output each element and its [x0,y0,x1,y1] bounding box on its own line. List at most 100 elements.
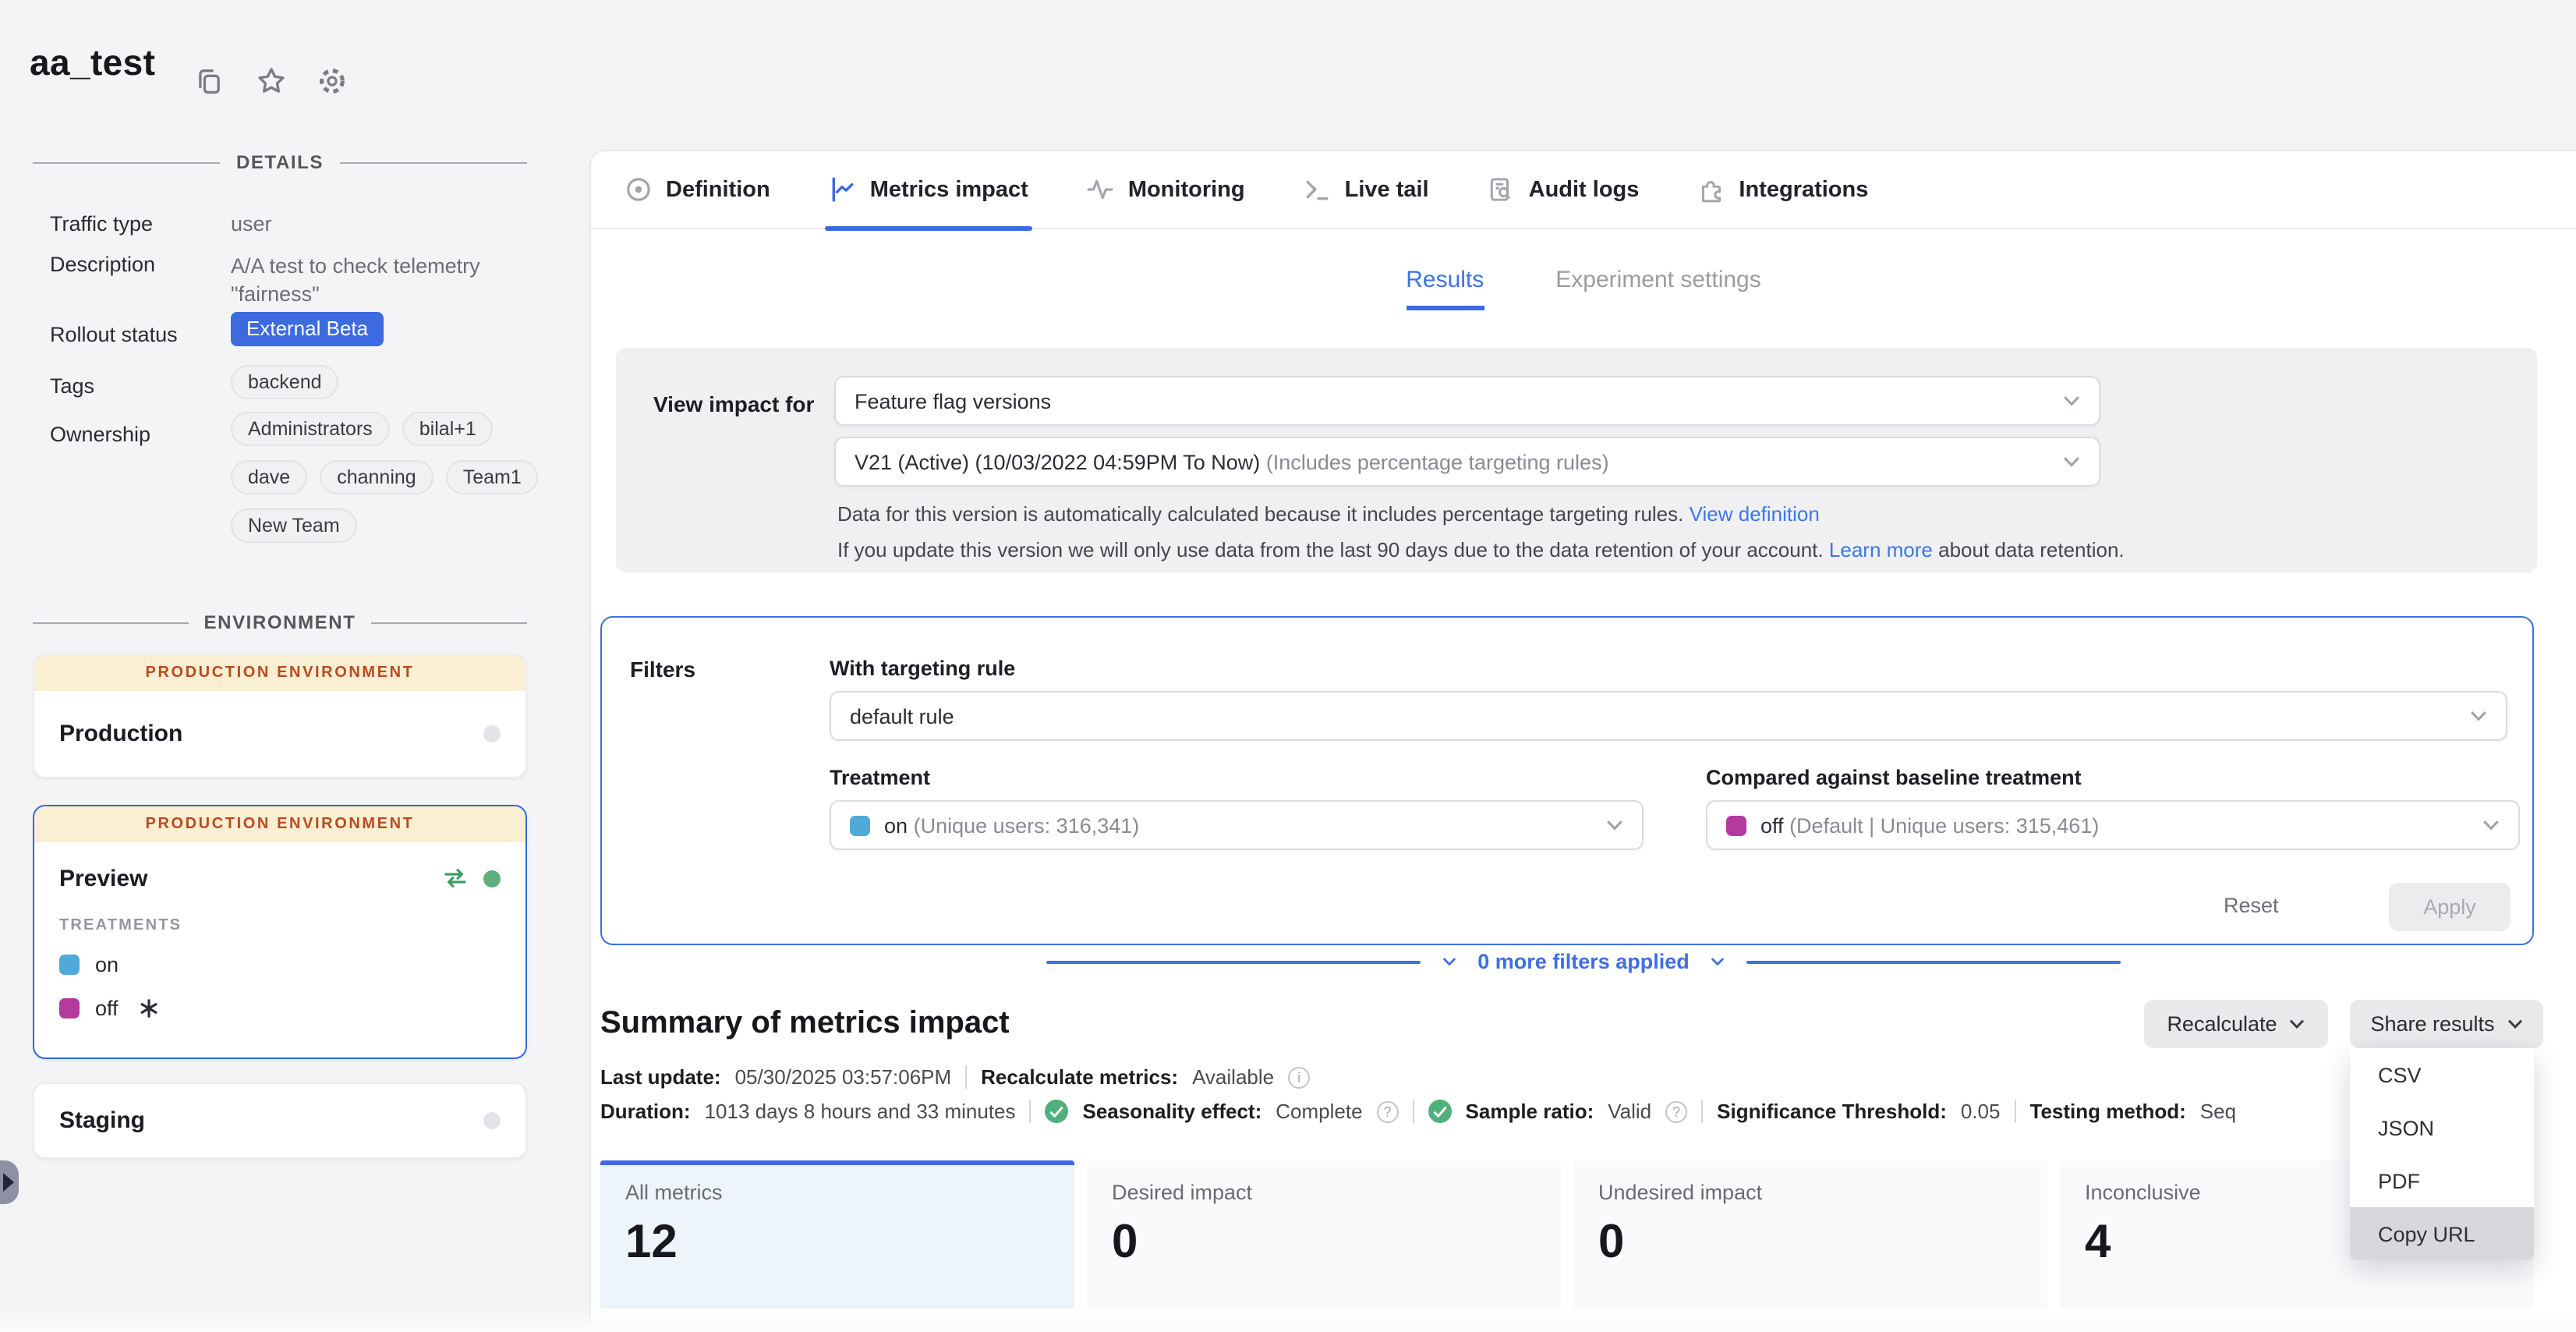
baseline-dropdown[interactable]: off (Default | Unique users: 315,461) [1706,800,2520,850]
apply-button[interactable]: Apply [2389,883,2511,931]
chevron-down-icon [2482,819,2500,831]
menu-item-csv[interactable]: CSV [2350,1048,2534,1101]
chart-line-icon [830,176,856,203]
tab-definition[interactable]: Definition [625,151,770,228]
impact-source-dropdown[interactable]: Feature flag versions [834,376,2100,426]
testing-method-label: Testing method: [2030,1100,2186,1123]
significance-value: 0.05 [1961,1100,2001,1123]
reset-button[interactable]: Reset [2224,894,2279,917]
environment-section-title: ENVIRONMENT [204,611,356,633]
document-search-icon [1488,176,1515,203]
divider [1030,1100,1031,1123]
summary-title: Summary of metrics impact [600,1006,1010,1042]
description-value: A/A test to check telemetry "fairness" [231,253,515,309]
treatment-row-off: off [34,976,525,1020]
metric-card-desired-impact[interactable]: Desired impact 0 [1087,1160,1561,1309]
divider [2015,1100,2016,1123]
menu-item-pdf[interactable]: PDF [2350,1154,2534,1207]
seasonality-value: Complete [1276,1100,1362,1123]
view-impact-label: View impact for [653,391,814,416]
last-update-label: Last update: [600,1065,721,1089]
treatment-row-on: on [34,934,525,976]
recalculate-button[interactable]: Recalculate [2144,1000,2328,1048]
env-name-staging: Staging [59,1107,145,1134]
sidebar: DETAILS Traffic type user Description A/… [0,0,589,1332]
sample-ratio-value: Valid [1608,1100,1651,1123]
more-filters-toggle[interactable]: 0 more filters applied [1477,950,1690,973]
description-label: Description [50,253,155,276]
puzzle-icon [1698,176,1725,203]
targeting-rule-dropdown[interactable]: default rule [830,691,2507,741]
ownership-list: Administrators bilal+1 dave channing Tea… [231,412,543,543]
tab-integrations[interactable]: Integrations [1698,151,1868,228]
divider [1413,1100,1414,1123]
chevron-down-icon [1442,956,1456,967]
chevron-down-icon [2507,1018,2523,1029]
rollout-status-label: Rollout status [50,323,178,346]
owner-pill: dave [231,460,307,494]
question-circle-icon[interactable]: ? [1377,1100,1399,1122]
tab-monitoring[interactable]: Monitoring [1088,151,1245,228]
treatment-on-swatch [59,955,80,975]
status-dot-active [483,870,501,887]
subtab-results[interactable]: Results [1406,267,1484,310]
status-dot [483,725,501,742]
sample-ratio-label: Sample ratio: [1466,1100,1594,1123]
rollout-status-badge[interactable]: External Beta [231,312,384,346]
info-circle-icon[interactable]: i [1288,1066,1310,1088]
divider [965,1065,967,1089]
version-note-2: If you update this version we will only … [837,538,2125,561]
question-circle-icon[interactable]: ? [1665,1100,1687,1122]
duration-label: Duration: [600,1100,691,1123]
menu-item-copy-url[interactable]: Copy URL [2350,1207,2534,1260]
env-name-preview: Preview [59,865,147,891]
tab-audit-logs[interactable]: Audit logs [1488,151,1640,228]
last-update-value: 05/30/2025 03:57:06PM [735,1065,952,1089]
chevron-down-icon [2290,1018,2305,1029]
metric-cards-row: All metrics 12 Desired impact 0 Undesire… [600,1160,2534,1309]
env-card-production[interactable]: PRODUCTION ENVIRONMENT Production [33,654,527,778]
subtab-experiment-settings[interactable]: Experiment settings [1555,267,1760,310]
treatment-dropdown[interactable]: on (Unique users: 316,341) [830,800,1644,850]
tags-label: Tags [50,374,94,398]
tab-metrics-impact[interactable]: Metrics impact [830,151,1028,228]
version-dropdown[interactable]: V21 (Active) (10/03/2022 04:59PM To Now)… [834,437,2100,487]
expand-sidebar-handle[interactable] [0,1160,19,1204]
divider [1701,1100,1703,1123]
learn-more-link[interactable]: Learn more [1829,538,1933,561]
tags-list: backend [231,365,339,399]
treatment-off-swatch [59,998,80,1018]
environment-section-header: ENVIRONMENT [33,611,527,633]
tab-live-tail[interactable]: Live tail [1304,151,1429,228]
testing-method-value: Seq [2200,1100,2236,1123]
recalculate-metrics-label: Recalculate metrics: [981,1065,1178,1089]
default-treatment-asterisk-icon [139,998,159,1018]
ownership-label: Ownership [50,423,150,446]
main-panel: Definition Metrics impact Monitoring [589,150,2576,1332]
env-card-preview[interactable]: PRODUCTION ENVIRONMENT Preview TREATMENT… [33,805,527,1059]
treatment-on-swatch [850,815,870,835]
divider-line [1046,960,1420,963]
tab-bar: Definition Metrics impact Monitoring [591,151,2576,229]
terminal-icon [1304,176,1331,203]
metric-card-all-metrics[interactable]: All metrics 12 [600,1160,1074,1309]
results-subtab-bar: Results Experiment settings [591,267,2576,310]
tag-pill: backend [231,365,339,399]
check-circle-icon [1428,1100,1452,1123]
chevron-down-icon [2063,455,2080,468]
metric-card-undesired-impact[interactable]: Undesired impact 0 [1573,1160,2047,1309]
production-env-banner: PRODUCTION ENVIRONMENT [34,655,525,691]
swap-icon[interactable] [443,867,468,889]
version-note-1: Data for this version is automatically c… [837,502,1820,526]
filters-label: Filters [630,657,695,682]
view-definition-link[interactable]: View definition [1690,502,1820,526]
treatments-label: TREATMENTS [34,914,525,934]
targeting-rule-label: With targeting rule [830,657,1015,680]
share-results-button[interactable]: Share results [2350,1000,2543,1048]
last-update-row: Last update: 05/30/2025 03:57:06PM Recal… [600,1065,1310,1089]
env-card-staging[interactable]: Staging [33,1082,527,1159]
filters-section: Filters With targeting rule default rule… [600,616,2534,945]
menu-item-json[interactable]: JSON [2350,1101,2534,1154]
view-impact-section: View impact for Feature flag versions V2… [616,348,2537,572]
play-triangle-icon [3,1173,14,1192]
